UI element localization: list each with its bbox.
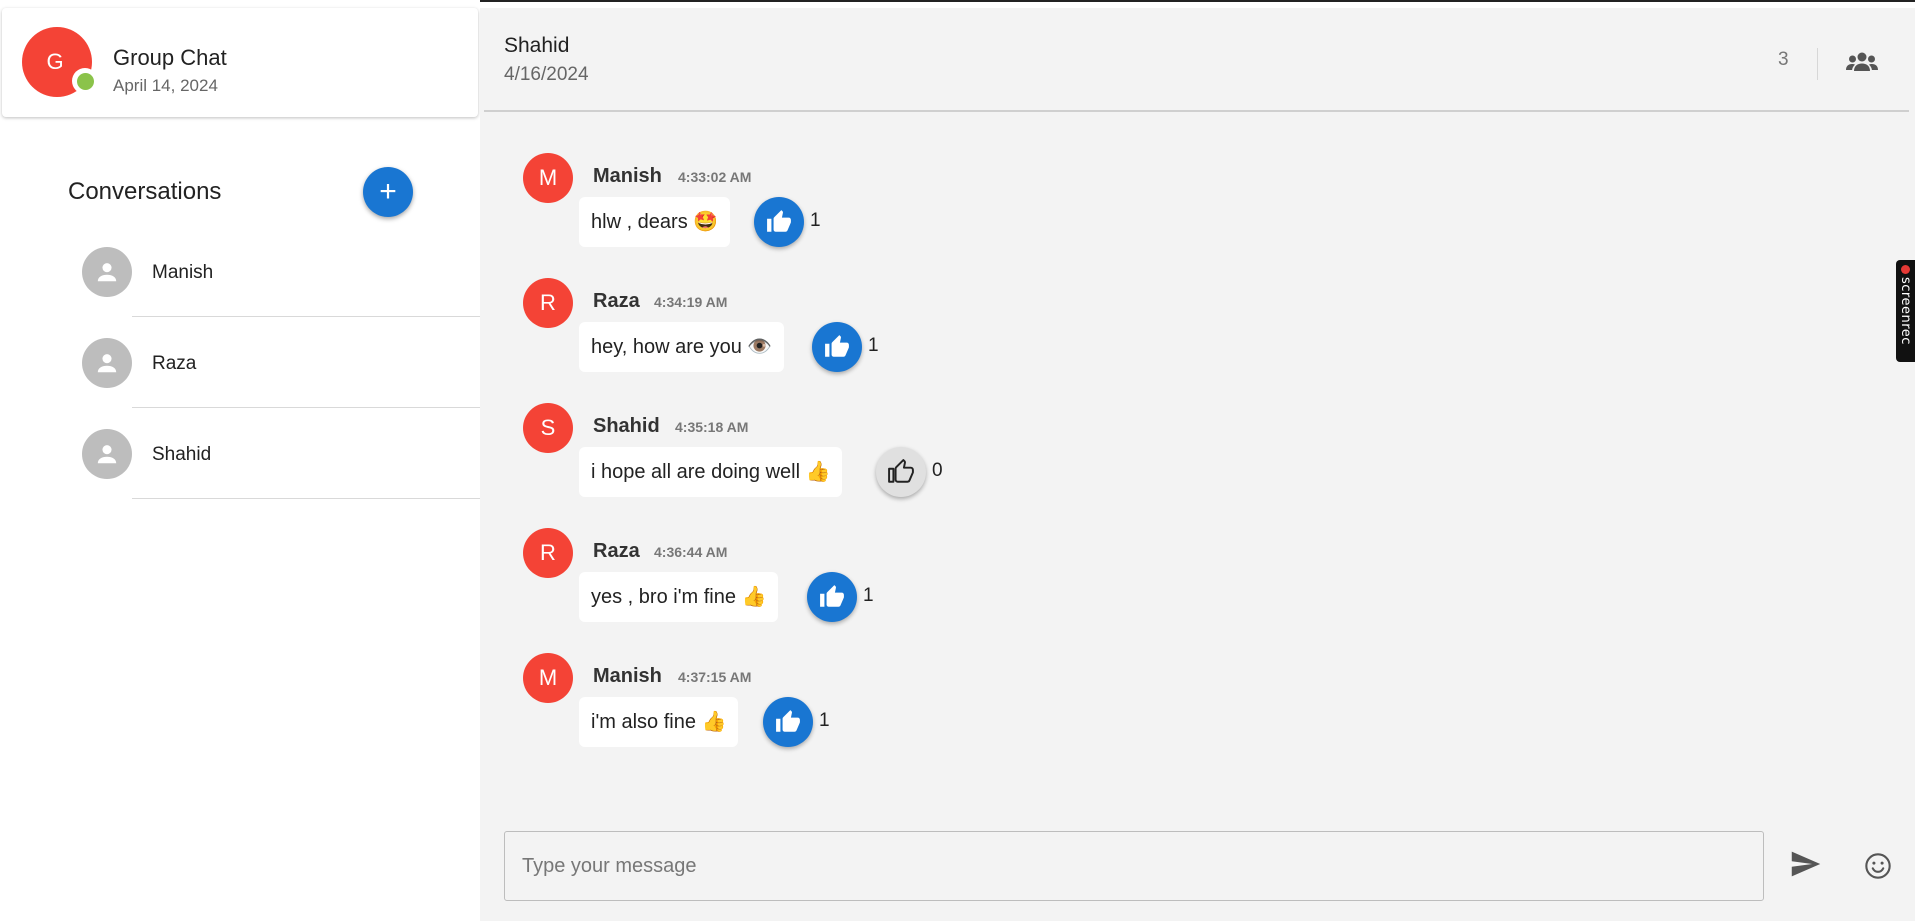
message-time: 4:35:18 AM bbox=[675, 419, 749, 435]
like-button[interactable] bbox=[754, 197, 804, 247]
avatar: R bbox=[523, 528, 573, 578]
screen-recorder-tab[interactable]: screenrec bbox=[1896, 260, 1915, 362]
like-count: 1 bbox=[810, 210, 821, 231]
sidebar: G Group Chat April 14, 2024 Conversation… bbox=[0, 0, 480, 921]
chat-header: Shahid 4/16/2024 3 bbox=[484, 8, 1909, 112]
message-item: R Raza 4:36:44 AM yes , bro i'm fine 👍 1 bbox=[523, 528, 1323, 638]
divider bbox=[132, 498, 480, 499]
message-author: Manish bbox=[593, 165, 662, 187]
like-count: 0 bbox=[932, 460, 943, 481]
conversation-item-manish[interactable]: Manish bbox=[0, 226, 480, 317]
thumb-up-icon bbox=[767, 210, 791, 232]
group-icon[interactable] bbox=[1846, 51, 1878, 78]
message-author: Manish bbox=[593, 665, 662, 687]
avatar bbox=[82, 338, 132, 388]
group-title: Group Chat bbox=[113, 45, 227, 70]
avatar bbox=[82, 247, 132, 297]
message-input[interactable] bbox=[505, 832, 1763, 900]
thumb-up-icon bbox=[825, 335, 849, 357]
header-divider bbox=[1817, 48, 1818, 80]
group-chat-card[interactable]: G Group Chat April 14, 2024 bbox=[2, 8, 478, 117]
conversation-name: Shahid bbox=[152, 444, 212, 465]
thumb-up-icon bbox=[776, 710, 800, 732]
message-author: Shahid bbox=[593, 415, 660, 437]
message-time: 4:37:15 AM bbox=[678, 669, 752, 685]
conversations-heading: Conversations bbox=[68, 178, 222, 205]
thumb-up-icon bbox=[820, 585, 844, 607]
avatar bbox=[82, 429, 132, 479]
message-composer bbox=[504, 831, 1764, 901]
conversation-name: Manish bbox=[152, 262, 214, 283]
send-button[interactable] bbox=[1791, 851, 1821, 882]
avatar: S bbox=[523, 403, 573, 453]
avatar: R bbox=[523, 278, 573, 328]
conversation-item-raza[interactable]: Raza bbox=[0, 317, 480, 408]
screen-recorder-label: screenrec bbox=[1898, 277, 1913, 345]
conversation-item-shahid[interactable]: Shahid bbox=[0, 408, 480, 499]
emoji-button[interactable] bbox=[1864, 852, 1892, 885]
message-bubble: i'm also fine 👍 bbox=[579, 697, 739, 747]
message-bubble: hey, how are you 👁️ bbox=[579, 322, 785, 372]
message-bubble: i hope all are doing well 👍 bbox=[579, 447, 843, 497]
message-time: 4:33:02 AM bbox=[678, 169, 752, 185]
message-author: Raza bbox=[593, 290, 640, 312]
message-bubble: hlw , dears 🤩 bbox=[579, 197, 731, 247]
person-icon bbox=[97, 263, 117, 282]
message-time: 4:36:44 AM bbox=[654, 544, 728, 560]
message-bubble: yes , bro i'm fine 👍 bbox=[579, 572, 779, 622]
message-item: M Manish 4:37:15 AM i'm also fine 👍 1 bbox=[523, 653, 1323, 763]
member-count: 3 bbox=[1778, 49, 1789, 70]
group-date: April 14, 2024 bbox=[113, 76, 218, 95]
person-icon bbox=[97, 354, 117, 373]
like-count: 1 bbox=[868, 335, 879, 356]
message-item: R Raza 4:34:19 AM hey, how are you 👁️ 1 bbox=[523, 278, 1323, 388]
record-icon bbox=[1901, 265, 1910, 274]
plus-icon: + bbox=[379, 175, 397, 208]
message-item: S Shahid 4:35:18 AM i hope all are doing… bbox=[523, 403, 1323, 513]
conversation-name: Raza bbox=[152, 353, 197, 374]
person-icon bbox=[97, 445, 117, 464]
message-item: M Manish 4:33:02 AM hlw , dears 🤩 1 bbox=[523, 153, 1323, 263]
chat-header-date: 4/16/2024 bbox=[504, 64, 589, 85]
like-button[interactable] bbox=[763, 697, 813, 747]
like-button[interactable] bbox=[812, 322, 862, 372]
avatar: M bbox=[523, 153, 573, 203]
chat-header-name: Shahid bbox=[504, 34, 570, 57]
add-conversation-button[interactable]: + bbox=[363, 167, 413, 217]
message-time: 4:34:19 AM bbox=[654, 294, 728, 310]
like-count: 1 bbox=[863, 585, 874, 606]
avatar: M bbox=[523, 653, 573, 703]
send-icon bbox=[1791, 851, 1821, 877]
message-author: Raza bbox=[593, 540, 640, 562]
thumb-up-icon bbox=[888, 459, 914, 483]
online-status-indicator bbox=[72, 68, 98, 94]
like-button[interactable] bbox=[807, 572, 857, 622]
like-count: 1 bbox=[819, 710, 830, 731]
emoji-icon bbox=[1865, 853, 1891, 879]
like-button[interactable] bbox=[876, 447, 926, 497]
